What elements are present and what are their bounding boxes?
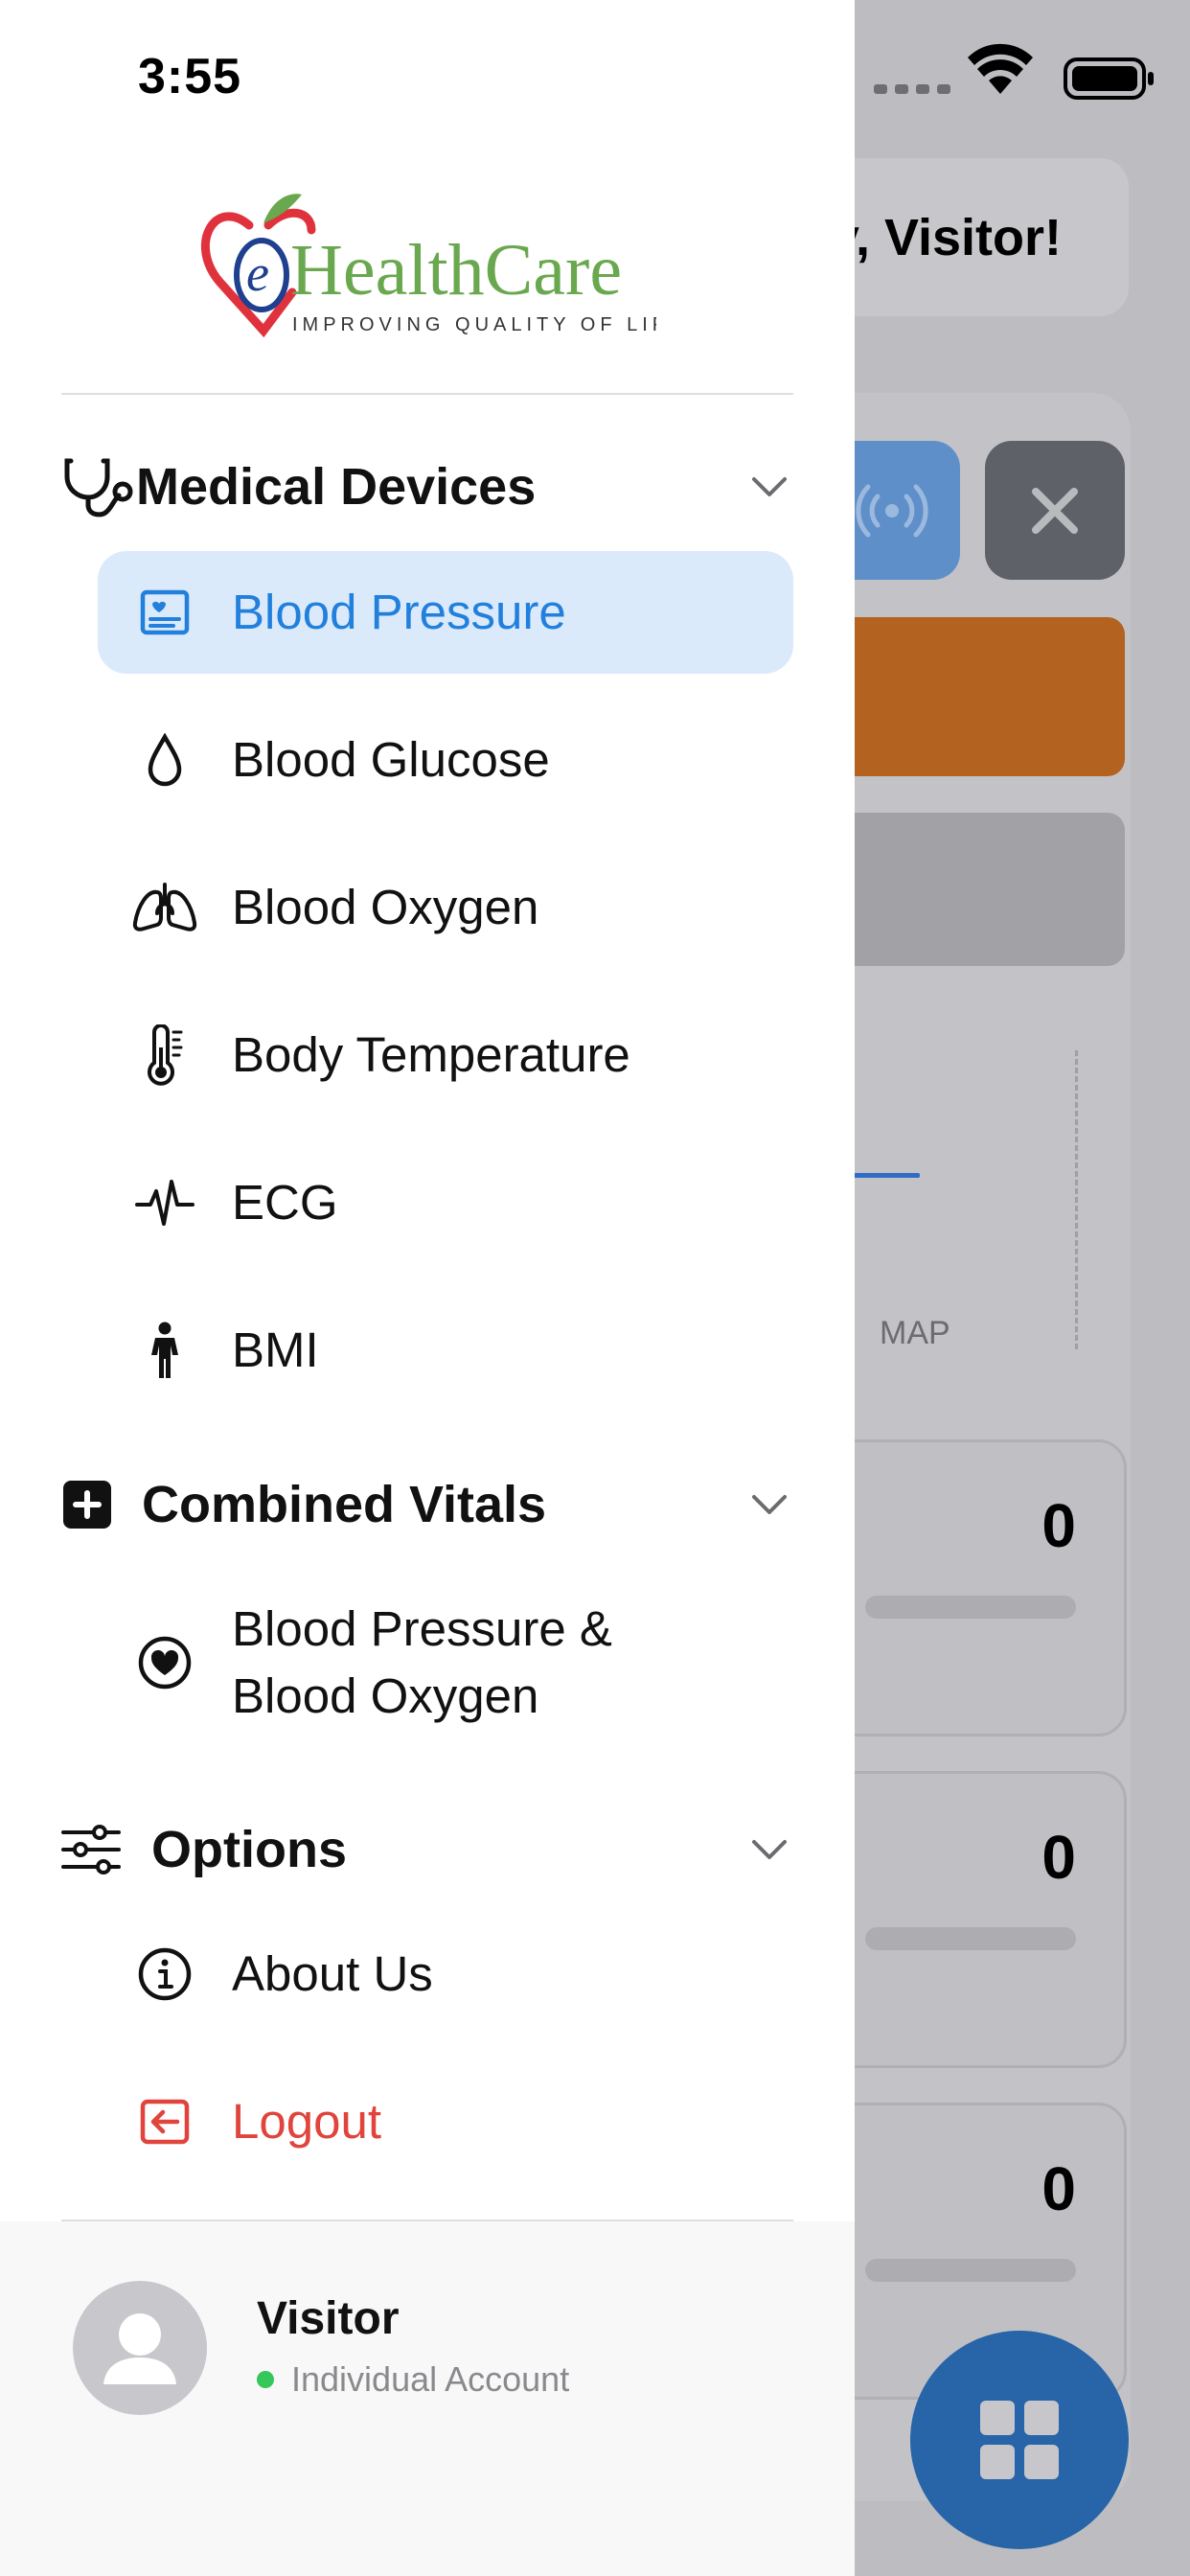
- menu-item-label: Blood Pressure: [232, 585, 566, 639]
- account-type: Individual Account: [291, 2359, 570, 2399]
- vital-card: 0: [824, 1771, 1127, 2068]
- lungs-icon: [98, 881, 232, 934]
- chevron-down-icon[interactable]: [745, 463, 793, 511]
- avatar[interactable]: [73, 2281, 207, 2415]
- section-medical-devices[interactable]: Medical Devices: [61, 439, 793, 535]
- battery-icon: [1064, 58, 1154, 100]
- user-name: Visitor: [257, 2293, 400, 2344]
- vital-track: [865, 2259, 1076, 2282]
- section-options[interactable]: Options: [61, 1802, 793, 1898]
- vital-card: 0: [824, 1439, 1127, 1736]
- menu-item-blood-glucose[interactable]: Blood Glucose: [98, 699, 793, 821]
- plus-square-icon: [61, 1471, 142, 1538]
- section-combined-vitals[interactable]: Combined Vitals: [61, 1457, 793, 1552]
- section-title: Options: [151, 1821, 347, 1878]
- info-icon: [98, 1946, 232, 2002]
- heart-circle-icon: [98, 1635, 232, 1690]
- chart-marker-line: [1075, 1050, 1078, 1349]
- stethoscope-icon: [61, 453, 136, 520]
- menu-item-bp-and-oxygen[interactable]: Blood Pressure & Blood Oxygen: [98, 1591, 793, 1735]
- divider: [61, 2220, 793, 2221]
- logo-tagline: IMPROVING QUALITY OF LIFE: [292, 314, 656, 335]
- apps-fab: [910, 2331, 1129, 2549]
- vital-value: 0: [1041, 1491, 1076, 1560]
- chart-label-map: MAP: [880, 1315, 950, 1351]
- pulse-icon: [98, 1176, 232, 1230]
- chart-series-line: [843, 1173, 920, 1178]
- menu-item-label: Blood Oxygen: [232, 880, 539, 934]
- menu-item-label: Blood Glucose: [232, 732, 550, 787]
- section-title: Combined Vitals: [142, 1476, 547, 1533]
- svg-text:e: e: [246, 244, 269, 302]
- vital-value: 0: [1041, 2154, 1076, 2223]
- menu-item-label: ECG: [232, 1175, 338, 1230]
- account-status: Individual Account: [257, 2359, 569, 2400]
- drop-icon: [98, 733, 232, 787]
- chevron-down-icon[interactable]: [745, 1826, 793, 1874]
- menu-item-label-line: Blood Pressure &: [232, 1601, 612, 1656]
- section-title: Medical Devices: [136, 458, 537, 516]
- menu-item-logout[interactable]: Logout: [98, 2060, 793, 2183]
- secondary-button: [824, 813, 1125, 966]
- status-icons: [874, 43, 1154, 100]
- menu-item-label: BMI: [232, 1322, 319, 1377]
- sliders-icon: [61, 1816, 151, 1883]
- status-bar-right: [845, 0, 1190, 153]
- close-icon: [1032, 487, 1078, 534]
- broadcast-icon: [856, 484, 928, 537]
- divider: [61, 393, 793, 395]
- ehealthcare-logo: e HealthCare IMPROVING QUALITY OF LIFE: [196, 187, 681, 340]
- patient-card-icon: [98, 588, 232, 636]
- menu-item-blood-oxygen[interactable]: Blood Oxygen: [98, 846, 793, 969]
- menu-item-about-us[interactable]: About Us: [98, 1913, 793, 2036]
- logo-text: HealthCare: [290, 230, 622, 310]
- logout-icon: [98, 2098, 232, 2146]
- measure-button: [824, 617, 1125, 776]
- wifi-icon: [968, 43, 1033, 94]
- vital-track: [865, 1596, 1076, 1619]
- menu-item-label: Blood Pressure & Blood Oxygen: [232, 1596, 612, 1730]
- menu-item-label-line: Blood Oxygen: [232, 1668, 539, 1723]
- menu-item-label: Logout: [232, 2094, 381, 2149]
- chevron-down-icon[interactable]: [745, 1481, 793, 1529]
- user-placeholder-icon: [103, 2313, 176, 2384]
- menu-item-blood-pressure[interactable]: Blood Pressure: [98, 551, 793, 674]
- person-icon: [98, 1321, 232, 1380]
- menu-item-body-temperature[interactable]: Body Temperature: [98, 994, 793, 1116]
- menu-item-ecg[interactable]: ECG: [98, 1141, 793, 1264]
- status-time: 3:55: [138, 49, 242, 104]
- menu-item-label: About Us: [232, 1946, 433, 2001]
- menu-item-label: Body Temperature: [232, 1027, 630, 1082]
- grid-icon: [980, 2401, 1059, 2479]
- close-button: [985, 441, 1125, 580]
- menu-item-bmi[interactable]: BMI: [98, 1289, 793, 1412]
- side-drawer: 3:55 e HealthCare IMPROVING QUALITY OF L…: [0, 0, 855, 2576]
- thermometer-icon: [98, 1024, 232, 1086]
- vital-value: 0: [1041, 1823, 1076, 1892]
- online-indicator: [257, 2371, 274, 2388]
- vital-track: [865, 1927, 1076, 1950]
